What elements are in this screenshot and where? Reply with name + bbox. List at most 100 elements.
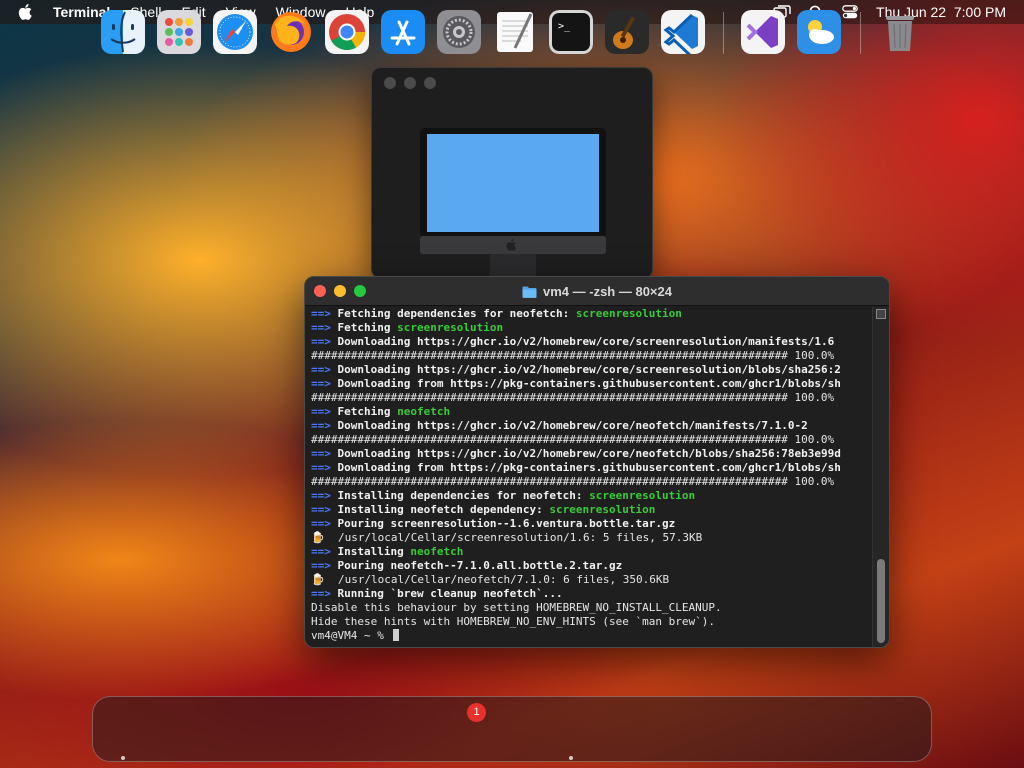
- terminal-line: ==> Running `brew cleanup neofetch`...: [311, 587, 873, 601]
- window-title-text: vm4 — -zsh — 80×24: [543, 284, 672, 299]
- control-center-icon[interactable]: [842, 5, 858, 19]
- dock-garageband-icon[interactable]: [605, 10, 649, 54]
- dock-safari-icon[interactable]: [213, 10, 257, 54]
- window-title: vm4 — -zsh — 80×24: [305, 284, 889, 299]
- dock: [92, 696, 932, 762]
- line-text: Fetching dependencies for neofetch:: [330, 307, 576, 320]
- scroll-marker-icon[interactable]: [876, 309, 886, 319]
- arrow-prefix: ==>: [311, 517, 331, 530]
- arrow-prefix: ==>: [311, 405, 331, 418]
- line-text: ########################################…: [311, 433, 835, 446]
- arrow-prefix: ==>: [311, 307, 331, 320]
- arrow-prefix: ==>: [311, 587, 331, 600]
- line-text: Downloading https://ghcr.io/v2/homebrew/…: [330, 419, 808, 432]
- line-text: Fetching: [330, 321, 398, 334]
- line-text: Downloading https://ghcr.io/v2/homebrew/…: [330, 447, 841, 460]
- terminal-line: ==> Installing neofetch dependency: scre…: [311, 503, 873, 517]
- line-text: Pouring screenresolution--1.6.ventura.bo…: [330, 517, 676, 530]
- arrow-prefix: ==>: [311, 489, 331, 502]
- folder-icon: [522, 286, 537, 298]
- terminal-line: ==> Fetching neofetch: [311, 405, 873, 419]
- terminal-output[interactable]: ==> Fetching dependencies for neofetch: …: [311, 307, 873, 645]
- zoom-button[interactable]: [424, 77, 436, 89]
- dock-visual-studio-icon[interactable]: [741, 10, 785, 54]
- dock-finder-icon[interactable]: [101, 10, 145, 54]
- line-text: Installing dependencies for neofetch:: [330, 489, 590, 502]
- package-name: neofetch: [410, 545, 464, 558]
- arrow-prefix: ==>: [311, 461, 331, 474]
- line-text: /usr/local/Cellar/screenresolution/1.6: …: [324, 531, 703, 544]
- terminal-line: 🍺 /usr/local/Cellar/neofetch/7.1.0: 6 fi…: [311, 573, 873, 587]
- line-text: Downloading https://ghcr.io/v2/homebrew/…: [330, 363, 841, 376]
- shell-prompt: vm4@VM4 ~ %: [311, 629, 391, 642]
- terminal-line: ########################################…: [311, 391, 873, 405]
- svg-text:>_: >_: [558, 21, 571, 32]
- text-cursor: [393, 629, 400, 641]
- dock-vscode-icon[interactable]: [661, 10, 705, 54]
- terminal-line: ==> Installing neofetch: [311, 545, 873, 559]
- terminal-window[interactable]: vm4 — -zsh — 80×24 ==> Fetching dependen…: [304, 276, 890, 648]
- dock-chrome-icon[interactable]: [325, 10, 369, 54]
- package-name: screenresolution: [589, 489, 696, 502]
- terminal-line: ==> Fetching dependencies for neofetch: …: [311, 307, 873, 321]
- terminal-line: Disable this behaviour by setting HOMEBR…: [311, 601, 873, 615]
- running-indicator: [121, 756, 125, 760]
- scroll-thumb[interactable]: [877, 559, 885, 643]
- terminal-line: ########################################…: [311, 349, 873, 363]
- close-button[interactable]: [384, 77, 396, 89]
- line-text: Installing: [330, 545, 411, 558]
- terminal-line: ==> Downloading https://ghcr.io/v2/homeb…: [311, 447, 873, 461]
- terminal-scrollbar[interactable]: [872, 307, 889, 647]
- apple-menu-icon[interactable]: [18, 3, 34, 21]
- screen-sharing-window[interactable]: [371, 67, 653, 279]
- line-text: Downloading from https://pkg-containers.…: [330, 377, 841, 390]
- dock-system-settings-icon[interactable]: [437, 10, 481, 54]
- arrow-prefix: ==>: [311, 419, 331, 432]
- dock-app-store-icon[interactable]: [381, 10, 425, 54]
- terminal-line: ==> Pouring neofetch--7.1.0.all.bottle.2…: [311, 559, 873, 573]
- terminal-line: ==> Fetching screenresolution: [311, 321, 873, 335]
- terminal-line: ==> Downloading https://ghcr.io/v2/homeb…: [311, 419, 873, 433]
- arrow-prefix: ==>: [311, 545, 331, 558]
- package-name: screenresolution: [397, 321, 504, 334]
- line-text: Disable this behaviour by setting HOMEBR…: [311, 601, 722, 614]
- dock-textedit-icon[interactable]: [493, 10, 537, 54]
- terminal-line: ==> Pouring screenresolution--1.6.ventur…: [311, 517, 873, 531]
- line-text: Fetching: [330, 405, 398, 418]
- arrow-prefix: ==>: [311, 321, 331, 334]
- terminal-line: ==> Downloading https://ghcr.io/v2/homeb…: [311, 335, 873, 349]
- beer-icon: 🍺: [311, 531, 325, 544]
- arrow-prefix: ==>: [311, 335, 331, 348]
- terminal-line: ==> Installing dependencies for neofetch…: [311, 489, 873, 503]
- dock-terminal-icon[interactable]: >_: [549, 10, 593, 54]
- arrow-prefix: ==>: [311, 559, 331, 572]
- dock-launchpad-icon[interactable]: [157, 10, 201, 54]
- dock-separator: [860, 12, 861, 54]
- terminal-line: 🍺 /usr/local/Cellar/screenresolution/1.6…: [311, 531, 873, 545]
- line-text: Downloading https://ghcr.io/v2/homebrew/…: [330, 335, 835, 348]
- notification-badge: 1: [467, 703, 486, 722]
- window-controls-inactive: [384, 77, 436, 89]
- line-text: Pouring neofetch--7.1.0.all.bottle.2.tar…: [330, 559, 623, 572]
- terminal-line: Hide these hints with HOMEBREW_NO_ENV_HI…: [311, 615, 873, 629]
- prompt-line[interactable]: vm4@VM4 ~ %: [311, 629, 873, 643]
- dock-weather-icon[interactable]: [797, 10, 841, 54]
- line-text: Running `brew cleanup neofetch`...: [330, 587, 563, 600]
- arrow-prefix: ==>: [311, 503, 331, 516]
- dock-firefox-icon[interactable]: [269, 10, 313, 54]
- terminal-line: ==> Downloading https://ghcr.io/v2/homeb…: [311, 363, 873, 377]
- running-indicator: [569, 756, 573, 760]
- line-text: /usr/local/Cellar/neofetch/7.1.0: 6 file…: [324, 573, 670, 586]
- dock-trash-icon[interactable]: [878, 10, 922, 54]
- package-name: screenresolution: [575, 307, 682, 320]
- terminal-line: ==> Downloading from https://pkg-contain…: [311, 377, 873, 391]
- line-text: Installing neofetch dependency:: [330, 503, 550, 516]
- line-text: Downloading from https://pkg-containers.…: [330, 461, 841, 474]
- dock-separator: [723, 12, 724, 54]
- arrow-prefix: ==>: [311, 447, 331, 460]
- line-text: ########################################…: [311, 349, 835, 362]
- terminal-line: ==> Downloading from https://pkg-contain…: [311, 461, 873, 475]
- arrow-prefix: ==>: [311, 363, 331, 376]
- minimize-button[interactable]: [404, 77, 416, 89]
- terminal-titlebar[interactable]: vm4 — -zsh — 80×24: [305, 277, 889, 306]
